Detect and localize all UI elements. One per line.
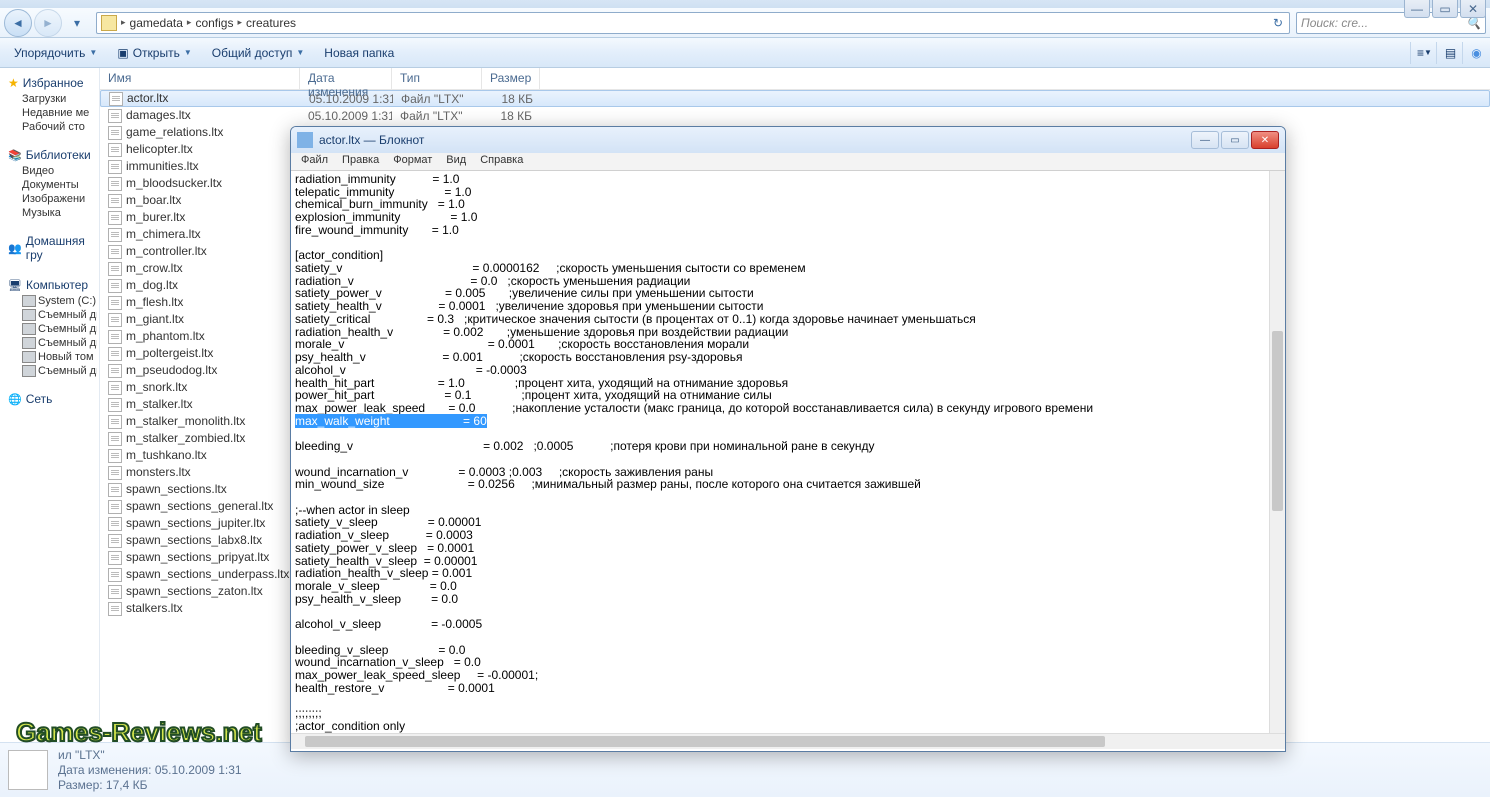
breadcrumb-segment[interactable]: creatures	[242, 16, 300, 30]
np-close-button[interactable]: ✕	[1251, 131, 1279, 149]
view-icon[interactable]: ≡ ▼	[1410, 42, 1432, 64]
notepad-window: actor.ltx — Блокнот — ▭ ✕ ФайлПравкаФорм…	[290, 126, 1286, 752]
file-type-icon	[8, 750, 48, 790]
explorer-titlebar[interactable]	[0, 0, 1490, 8]
sidebar: ★Избранное ЗагрузкиНедавние меРабочий ст…	[0, 68, 100, 742]
toolbar: Упорядочить▼ ▣ Открыть▼ Общий доступ▼ Но…	[0, 38, 1490, 68]
notepad-menubar: ФайлПравкаФорматВидСправка	[291, 153, 1285, 171]
nav-dropdown[interactable]: ▾	[64, 11, 90, 35]
notepad-titlebar[interactable]: actor.ltx — Блокнот — ▭ ✕	[291, 127, 1285, 153]
folder-icon	[101, 15, 117, 31]
notepad-icon	[297, 132, 313, 148]
sidebar-item[interactable]: Загрузки	[2, 92, 97, 106]
np-maximize-button[interactable]: ▭	[1221, 131, 1249, 149]
libraries-group[interactable]: 📚 Библиотеки	[2, 144, 97, 164]
organize-menu[interactable]: Упорядочить▼	[6, 42, 105, 64]
menu-item[interactable]: Формат	[387, 153, 438, 170]
sidebar-drive[interactable]: Съемный ди	[2, 322, 97, 336]
details-date: Дата изменения: 05.10.2009 1:31	[58, 763, 242, 777]
menu-item[interactable]: Справка	[474, 153, 529, 170]
col-name[interactable]: Имя	[100, 68, 300, 89]
breadcrumb-segment[interactable]: configs	[191, 16, 237, 30]
address-bar[interactable]: ▸ gamedata ▸ configs ▸ creatures ↻	[96, 12, 1290, 34]
sidebar-item[interactable]: Изображени	[2, 192, 97, 206]
homegroup[interactable]: 👥 Домашняя гру	[2, 230, 97, 264]
details-size: Размер: 17,4 КБ	[58, 778, 242, 792]
sidebar-item[interactable]: Видео	[2, 164, 97, 178]
computer-group[interactable]: 🖥 Компьютер	[2, 274, 97, 294]
help-icon[interactable]: ◉	[1462, 42, 1484, 64]
file-row[interactable]: damages.ltx05.10.2009 1:31Файл "LTX"18 К…	[100, 107, 1490, 124]
np-minimize-button[interactable]: —	[1191, 131, 1219, 149]
sidebar-drive[interactable]: Съемный ди	[2, 336, 97, 350]
refresh-icon[interactable]: ↻	[1267, 16, 1289, 30]
sidebar-item[interactable]: Документы	[2, 178, 97, 192]
minimize-button[interactable]: —	[1404, 0, 1430, 18]
maximize-button[interactable]: ▭	[1432, 0, 1458, 18]
scrollbar-thumb[interactable]	[305, 736, 1105, 747]
forward-button[interactable]: ►	[34, 9, 62, 37]
file-row[interactable]: actor.ltx05.10.2009 1:31Файл "LTX"18 КБ	[100, 90, 1490, 107]
open-menu[interactable]: ▣ Открыть▼	[109, 42, 199, 64]
sidebar-drive[interactable]: Съемный ди	[2, 364, 97, 378]
details-type: ил "LTX"	[58, 748, 242, 762]
vertical-scrollbar[interactable]	[1269, 171, 1285, 733]
col-size[interactable]: Размер	[482, 68, 540, 89]
share-menu[interactable]: Общий доступ▼	[204, 42, 313, 64]
sidebar-drive[interactable]: Съемный ди	[2, 308, 97, 322]
breadcrumb-segment[interactable]: gamedata	[126, 16, 187, 30]
star-icon: ★	[8, 76, 19, 90]
close-button[interactable]: ✕	[1460, 0, 1486, 18]
menu-item[interactable]: Правка	[336, 153, 385, 170]
column-headers: Имя Дата изменения Тип Размер	[100, 68, 1490, 90]
sidebar-item[interactable]: Рабочий сто	[2, 120, 97, 134]
sidebar-item[interactable]: Недавние ме	[2, 106, 97, 120]
menu-item[interactable]: Файл	[295, 153, 334, 170]
col-modified[interactable]: Дата изменения	[300, 68, 392, 89]
scrollbar-thumb[interactable]	[1272, 331, 1283, 511]
notepad-textarea[interactable]: radiation_immunity = 1.0 telepatic_immun…	[291, 171, 1285, 733]
sidebar-drive[interactable]: Новый том (	[2, 350, 97, 364]
preview-pane-icon[interactable]: ▤	[1436, 42, 1458, 64]
favorites-group[interactable]: ★Избранное	[2, 72, 97, 92]
nav-bar: ◄ ► ▾ ▸ gamedata ▸ configs ▸ creatures ↻…	[0, 8, 1490, 38]
col-type[interactable]: Тип	[392, 68, 482, 89]
sidebar-drive[interactable]: System (C:)	[2, 294, 97, 308]
notepad-title: actor.ltx — Блокнот	[319, 133, 424, 147]
menu-item[interactable]: Вид	[440, 153, 472, 170]
selected-text: max_walk_weight = 60	[295, 414, 487, 428]
back-button[interactable]: ◄	[4, 9, 32, 37]
horizontal-scrollbar[interactable]	[291, 733, 1285, 749]
new-folder-button[interactable]: Новая папка	[316, 42, 402, 64]
network-group[interactable]: 🌐 Сеть	[2, 388, 97, 408]
sidebar-item[interactable]: Музыка	[2, 206, 97, 220]
